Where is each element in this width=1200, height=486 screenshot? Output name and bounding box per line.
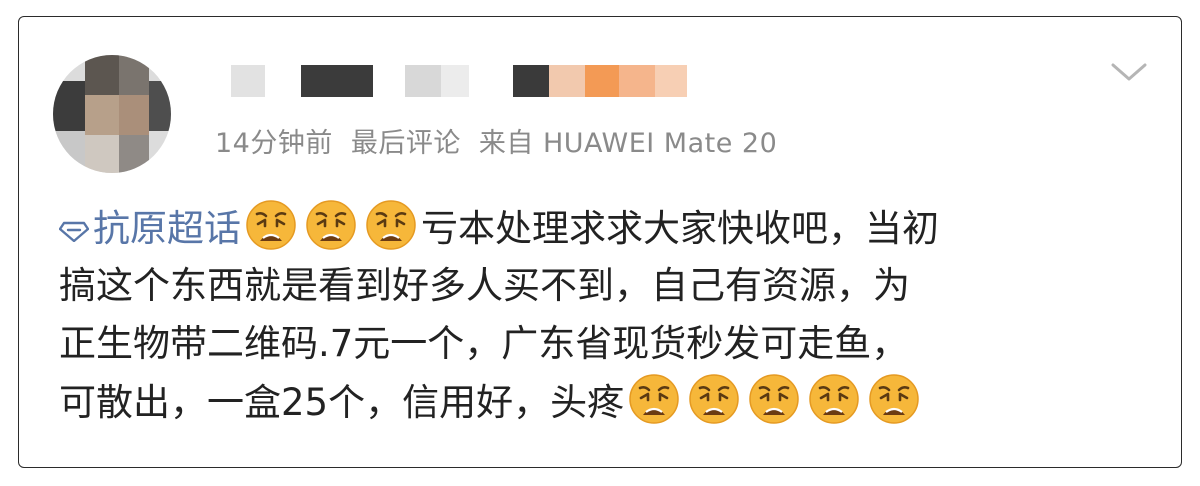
diamond-topic-icon: [58, 201, 90, 243]
content-line-2: 搞这个东西就是看到好多人买不到，自己有资源，为: [59, 257, 1139, 315]
content-text-3: 正生物带二维码.7元一个，广东省现货秒发可走鱼，: [59, 322, 909, 365]
weary-face-emoji: [748, 373, 800, 425]
weary-face-emoji: [688, 373, 740, 425]
content-text-2: 搞这个东西就是看到好多人买不到，自己有资源，为: [59, 264, 910, 307]
weary-face-emoji: [628, 373, 680, 425]
content-line-3: 正生物带二维码.7元一个，广东省现货秒发可走鱼，: [59, 315, 1139, 373]
topic-link[interactable]: 抗原超话: [58, 207, 241, 250]
post-source[interactable]: 来自 HUAWEI Mate 20: [479, 128, 777, 159]
weary-face-emoji: [868, 373, 920, 425]
avatar[interactable]: [53, 55, 171, 173]
content-line-4: 可散出，一盒25个，信用好，头疼: [59, 373, 1139, 431]
weary-face-emoji: [245, 199, 297, 251]
content-text-1: 亏本处理求求大家快收吧，当初: [421, 207, 939, 250]
topic-label: 抗原超话: [93, 207, 241, 250]
post-content: 抗原超话 亏本处理求求大家快收吧，当初 搞这个东西就是看到好多人买不到，自己有资源…: [58, 199, 1139, 431]
weary-face-emoji: [305, 199, 357, 251]
post-time: 14分钟前: [215, 128, 333, 159]
chevron-down-icon[interactable]: [1109, 59, 1149, 85]
weary-face-emoji: [808, 373, 860, 425]
comment-card: 14分钟前 最后评论 来自 HUAWEI Mate 20 抗原超话 亏本处理求求大家快…: [18, 16, 1182, 468]
weary-face-emoji: [365, 199, 417, 251]
content-line-1: 抗原超话 亏本处理求求大家快收吧，当初: [58, 199, 1139, 257]
post-tag: 最后评论: [350, 128, 461, 159]
post-meta: 14分钟前 最后评论 来自 HUAWEI Mate 20: [215, 121, 777, 160]
content-text-4: 可散出，一盒25个，信用好，头疼: [59, 381, 625, 424]
